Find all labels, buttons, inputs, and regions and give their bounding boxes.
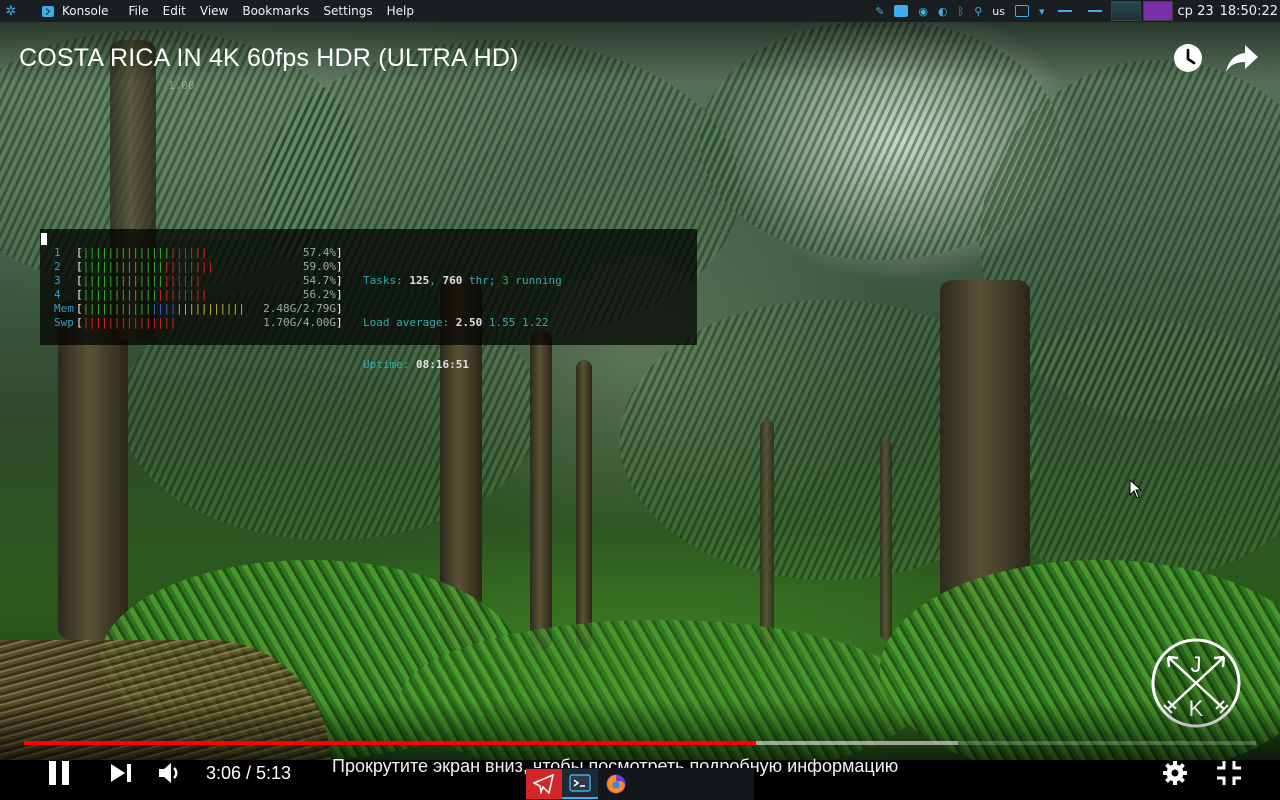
browser-icon[interactable]: ◉ [918,5,928,18]
active-app-name: Konsole [62,4,109,18]
konsole-icon [569,774,591,792]
clock-date[interactable]: ср 23 [1178,4,1214,19]
menu-settings[interactable]: Settings [323,4,372,18]
mouse-cursor-icon [1129,479,1143,499]
time-display: 3:06 / 5:13 [206,763,292,783]
htop-meters: 1 [|||||||||||||||||||| 57.4%] 2 [|||||||||… [54,246,343,330]
network-icon[interactable]: ◐ [938,5,948,18]
progress-played [24,741,756,745]
kde-launcher-icon[interactable]: ✲ [0,4,22,19]
menu-bookmarks[interactable]: Bookmarks [242,4,309,18]
swap-meter: Swp [||||||||||||||| 1.70G/4.00G] [54,316,343,329]
menu-view[interactable]: View [200,4,228,18]
menu-file[interactable]: File [129,4,149,18]
notes-icon[interactable]: ✎ [875,5,884,18]
display-icon[interactable] [1015,5,1029,17]
tasks-line: Tasks: 125, 760 thr; 3 running [363,274,562,287]
menu-help[interactable]: Help [387,4,414,18]
menu-edit[interactable]: Edit [163,4,186,18]
cpu-meter: 4 [|||||||||||||||||||| 56.2%] [54,288,343,301]
load-average-line: Load average: 2.50 1.55 1.22 [363,316,549,329]
terminal-cursor [41,233,47,245]
volume-icon[interactable] [157,760,183,786]
uptime-line: Uptime: 08:16:51 [363,358,469,371]
htop-summary: Tasks: 125, 760 thr; 3 running Load aver… [363,246,562,400]
window-minimize-icon[interactable] [1057,10,1072,12]
pager-desktop-2[interactable] [1142,1,1173,21]
window-task-icon[interactable] [1087,10,1102,12]
top-panel: ✲ Konsole File Edit View Bookmarks Setti… [0,0,1280,22]
video-title[interactable]: COSTA RICA IN 4K 60fps HDR (ULTRA HD) [19,44,519,73]
mem-meter: Mem [|||||||||||||||||||||||||| 2.48G/2.79… [54,302,343,315]
telegram-icon [533,774,555,794]
taskbar-item-firefox[interactable] [598,769,634,799]
system-tray: ✎ ◉ ◐ ᛒ ⚲ us ▾ ср 23 18:50:22 [870,0,1280,22]
taskbar-item-konsole[interactable] [562,769,598,799]
taskbar-item-telegram[interactable] [526,769,562,799]
konsole-app-icon [42,5,54,17]
cpu-meter: 3 [||||||||||||||||||| 54.7%] [54,274,343,287]
cpu-meter: 1 [|||||||||||||||||||| 57.4%] [54,246,343,259]
watch-later-icon[interactable] [1172,42,1204,74]
pause-button[interactable] [48,761,70,785]
tray-expand-icon[interactable]: ▾ [1039,5,1045,18]
keyboard-layout[interactable]: us [992,5,1005,18]
clock-time[interactable]: 18:50:22 [1220,4,1278,19]
next-button[interactable] [110,763,132,783]
progress-bar[interactable] [24,741,1256,745]
media-player-icon[interactable] [894,5,909,17]
bluetooth-icon[interactable]: ᛒ [958,5,965,18]
taskbar [526,768,754,800]
usb-icon[interactable]: ⚲ [974,5,982,18]
exit-fullscreen-icon[interactable] [1215,759,1243,787]
settings-gear-icon[interactable] [1162,760,1188,786]
htop-terminal[interactable]: 1 [|||||||||||||||||||| 57.4%] 2 [|||||||||… [40,229,697,371]
pager-desktop-1[interactable] [1110,1,1141,21]
cpu-meter: 2 [||||||||||||||||||||| 59.0%] [54,260,343,273]
video-frame[interactable] [0,0,1280,760]
logo-letter-j: J [1191,652,1202,677]
video-top-bar: COSTA RICA IN 4K 60fps HDR (ULTRA HD) [0,22,1280,82]
firefox-icon [606,774,626,794]
share-icon[interactable] [1225,43,1259,73]
